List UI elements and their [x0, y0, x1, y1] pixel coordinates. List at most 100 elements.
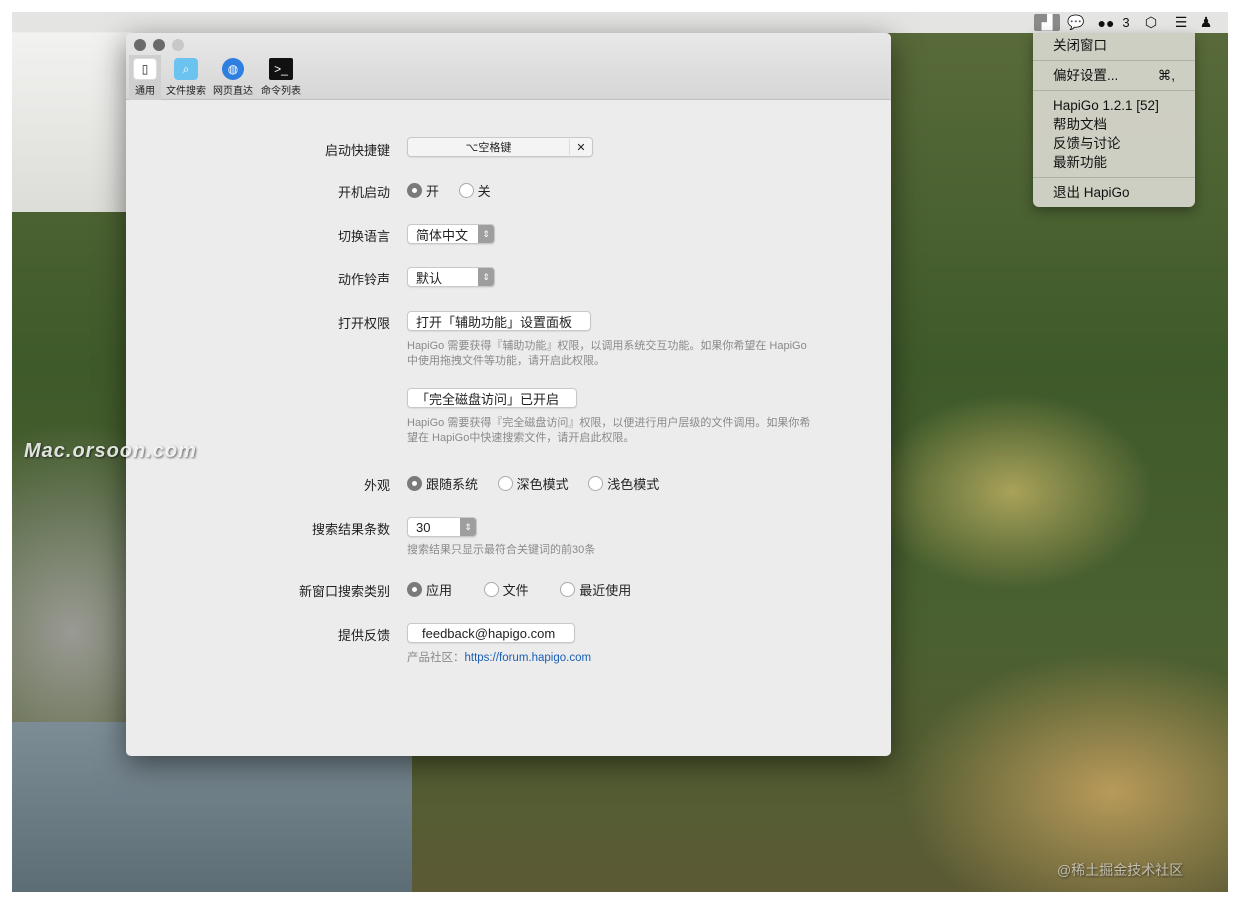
menu-item-label: 偏好设置...: [1053, 68, 1119, 83]
minimize-button[interactable]: [153, 39, 165, 51]
radio-dot: [560, 582, 576, 597]
disk-access-help-text: HapiGo 需要获得『完全磁盘访问』权限，以便进行用户层级的文件调用。如果你希…: [407, 417, 811, 444]
desktop: ▟ 💬 ●● 3 ⬡ ☰ ♟ 关闭窗口 偏好设置... ⌘, HapiGo 1.2…: [12, 12, 1228, 892]
hotkey-label: 启动快捷键: [324, 143, 390, 158]
new-window-category-label: 新窗口搜索类别: [298, 584, 390, 599]
full-disk-access-button[interactable]: 「完全磁盘访问」已开启: [407, 388, 577, 408]
autostart-label: 开机启动: [337, 185, 390, 200]
community-label: 产品社区：: [407, 652, 465, 664]
radio-dot: [497, 476, 513, 491]
appearance-label: 外观: [363, 478, 390, 493]
tab-general[interactable]: ▯ 通用: [129, 55, 161, 100]
open-accessibility-button[interactable]: 打开「辅助功能」设置面板: [407, 311, 591, 331]
terminal-icon: >_: [269, 58, 293, 80]
tab-label: 文件搜索: [166, 86, 206, 97]
language-value: 简体中文: [416, 227, 469, 243]
radio-label: 浅色模式: [607, 477, 660, 492]
hotkey-field[interactable]: ⌥空格键 ✕: [407, 137, 593, 157]
feedback-email-button[interactable]: feedback@hapigo.com: [407, 623, 575, 643]
sound-value: 默认: [416, 270, 443, 286]
search-folder-icon: ⌕: [174, 58, 198, 80]
category-apps-radio[interactable]: 应用: [407, 580, 452, 599]
appearance-system-radio[interactable]: 跟随系统: [407, 474, 478, 493]
result-count-help: 搜索结果只显示最符合关键词的前30条: [407, 544, 596, 556]
category-files-radio[interactable]: 文件: [483, 580, 529, 599]
hotkey-value: ⌥空格键: [408, 139, 570, 155]
appearance-light-radio[interactable]: 浅色模式: [588, 474, 659, 493]
radio-dot: [407, 183, 422, 198]
radio-label: 文件: [502, 583, 529, 598]
radio-label: 关: [477, 184, 491, 199]
appearance-dark-radio[interactable]: 深色模式: [497, 474, 569, 493]
radio-dot: [407, 582, 422, 597]
menu-item-feedback[interactable]: 反馈与讨论: [1033, 134, 1195, 153]
chat-icon[interactable]: 💬: [1066, 14, 1086, 31]
menu-shortcut: ⌘,: [1157, 68, 1175, 83]
menu-item-version[interactable]: HapiGo 1.2.1 [52]: [1033, 96, 1195, 115]
feedback-email: feedback@hapigo.com: [422, 625, 556, 641]
wechat-icon[interactable]: ●●: [1096, 14, 1116, 31]
menu-item-preferences[interactable]: 偏好设置... ⌘,: [1033, 66, 1195, 85]
chevron-updown-icon: ⇕: [460, 518, 476, 536]
result-count-select[interactable]: 30 ⇕: [407, 517, 477, 537]
close-button[interactable]: [134, 39, 146, 51]
wechat-badge: 3: [1122, 15, 1130, 30]
community-link[interactable]: https://forum.hapigo.com: [465, 652, 592, 664]
sound-select[interactable]: 默认 ⇕: [407, 267, 495, 287]
hexagon-icon[interactable]: ⬡: [1142, 14, 1160, 31]
autostart-radio-group: 开 关: [407, 181, 507, 201]
category-recent-radio[interactable]: 最近使用: [560, 580, 631, 599]
menu-item-whats-new[interactable]: 最新功能: [1033, 153, 1195, 172]
phone-icon: ▯: [133, 58, 157, 80]
autostart-on-radio[interactable]: 开: [407, 181, 439, 200]
menu-item-label: 最新功能: [1053, 155, 1107, 170]
menu-separator: [1033, 177, 1195, 178]
language-select[interactable]: 简体中文 ⇕: [407, 224, 495, 244]
menu-item-close-window[interactable]: 关闭窗口: [1033, 36, 1195, 55]
radio-dot: [483, 582, 499, 597]
menu-item-label: 帮助文档: [1053, 117, 1107, 132]
tab-label: 通用: [135, 86, 155, 97]
button-label: 「完全磁盘访问」已开启: [416, 391, 560, 407]
appearance-radio-group: 跟随系统 深色模式 浅色模式: [407, 474, 675, 494]
menu-item-label: 反馈与讨论: [1053, 136, 1121, 151]
qq-icon[interactable]: ♟: [1198, 14, 1214, 31]
button-label: 打开「辅助功能」设置面板: [416, 314, 573, 330]
menubar: ▟ 💬 ●● 3 ⬡ ☰ ♟: [12, 12, 1228, 33]
accessibility-help-text: HapiGo 需要获得『辅助功能』权限，以调用系统交互功能。如果你希望在 Hap…: [407, 340, 807, 367]
category-radio-group: 应用 文件 最近使用: [407, 580, 647, 600]
language-label: 切换语言: [337, 229, 390, 244]
watermark-left: Mac.orsoon.com: [24, 440, 197, 462]
radio-label: 应用: [426, 583, 453, 598]
tab-label: 命令列表: [261, 86, 301, 97]
tab-file-search[interactable]: ⌕ 文件搜索: [164, 55, 208, 100]
chevron-updown-icon: ⇕: [478, 225, 494, 243]
menu-separator: [1033, 60, 1195, 61]
result-count-value: 30: [416, 519, 431, 535]
menu-item-label: 退出 HapiGo: [1053, 185, 1130, 200]
clear-hotkey-button[interactable]: ✕: [570, 141, 592, 154]
radio-label: 跟随系统: [426, 477, 479, 492]
toolbar: ▯ 通用 ⌕ 文件搜索 ◍ 网页直达 >_ 命令列表: [126, 33, 891, 100]
autostart-off-radio[interactable]: 关: [458, 181, 491, 200]
menu-item-help-docs[interactable]: 帮助文档: [1033, 115, 1195, 134]
status-menu: 关闭窗口 偏好设置... ⌘, HapiGo 1.2.1 [52] 帮助文档 反馈…: [1033, 33, 1195, 207]
tab-web[interactable]: ◍ 网页直达: [211, 55, 255, 100]
permission-label: 打开权限: [337, 316, 390, 331]
zoom-button[interactable]: [172, 39, 184, 51]
menu-separator: [1033, 90, 1195, 91]
tab-label: 网页直达: [213, 86, 253, 97]
sound-label: 动作铃声: [337, 272, 390, 287]
chevron-updown-icon: ⇕: [478, 268, 494, 286]
feedback-label: 提供反馈: [337, 628, 390, 643]
radio-label: 深色模式: [516, 477, 569, 492]
stack-icon[interactable]: ☰: [1170, 14, 1192, 31]
radio-dot: [407, 476, 422, 491]
tab-commands[interactable]: >_ 命令列表: [259, 55, 303, 100]
hapigo-icon[interactable]: ▟: [1034, 14, 1060, 31]
watermark-right: @稀土掘金技术社区: [1057, 862, 1184, 878]
menu-item-quit[interactable]: 退出 HapiGo: [1033, 183, 1195, 202]
menu-item-label: HapiGo 1.2.1 [52]: [1053, 98, 1159, 113]
globe-icon: ◍: [222, 58, 244, 80]
preferences-window: ▯ 通用 ⌕ 文件搜索 ◍ 网页直达 >_ 命令列表 启动快捷键 ⌥空格键 ✕ …: [126, 33, 891, 756]
